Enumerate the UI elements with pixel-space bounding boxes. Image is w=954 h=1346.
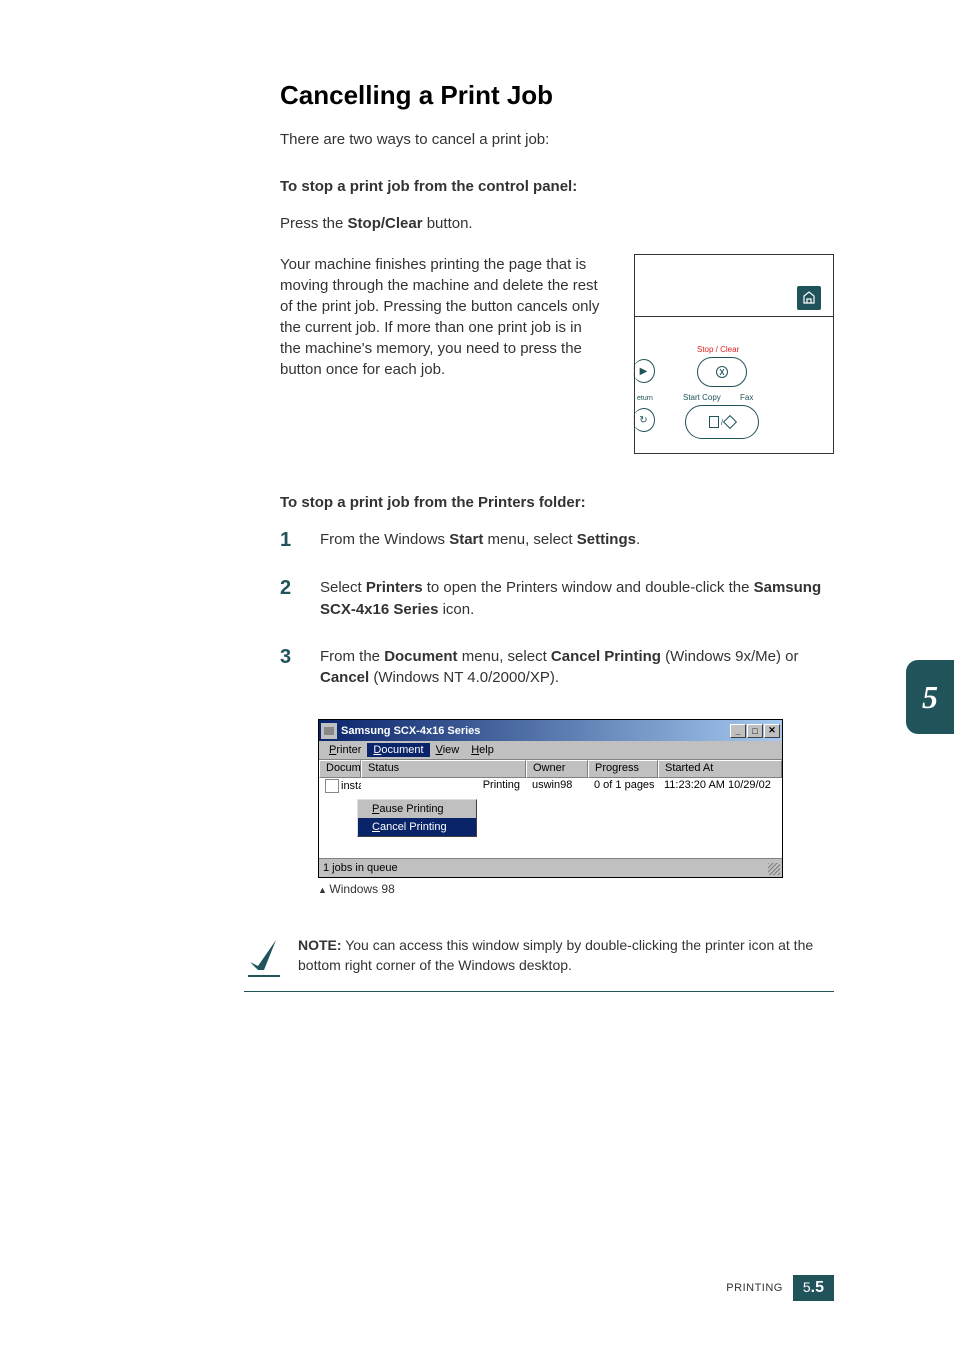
stop-clear-button <box>697 357 747 387</box>
menu-label: rinter <box>336 744 361 756</box>
step-text: From the Windows Start menu, select Sett… <box>320 529 834 552</box>
display-icon <box>797 286 821 310</box>
statusbar-text: 1 jobs in queue <box>323 862 398 874</box>
note-section: NOTE: You can access this window simply … <box>244 936 834 992</box>
step-number: 2 <box>280 577 300 621</box>
subheading-printers-folder: To stop a print job from the Printers fo… <box>280 494 834 511</box>
window-menubar: Printer Document View Help <box>319 741 782 760</box>
document-icon <box>325 779 339 793</box>
print-queue-window: Samsung SCX-4x16 Series _ □ ✕ Printer Do… <box>318 719 783 878</box>
note-body: You can access this window simply by dou… <box>298 937 813 973</box>
minimize-button[interactable]: _ <box>730 724 746 738</box>
press-instruction: Press the Stop/Clear button. <box>280 213 834 234</box>
printer-icon <box>321 723 337 739</box>
return-label: eturn <box>637 395 653 402</box>
step-3: 3 From the Document menu, select Cancel … <box>280 646 834 690</box>
press-post: button. <box>423 215 473 232</box>
document-menu-dropdown: Pause Printing Cancel Printing <box>357 799 477 837</box>
page-title: Cancelling a Print Job <box>280 80 834 111</box>
table-row[interactable]: insta Printing uswin98 0 of 1 pages 11:2… <box>319 778 782 794</box>
header-owner[interactable]: Owner <box>526 760 588 778</box>
screenshot-caption: Windows 98 <box>318 882 834 896</box>
step-1: 1 From the Windows Start menu, select Se… <box>280 529 834 552</box>
close-button[interactable]: ✕ <box>764 724 780 738</box>
cell-started: 11:23:20 AM 10/29/02 <box>658 779 782 793</box>
cell-progress: 0 of 1 pages <box>588 779 658 793</box>
menu-document[interactable]: Document <box>367 743 429 757</box>
return-button: ↻ <box>633 408 655 432</box>
start-copy-fax-button: / <box>685 405 759 439</box>
step-number: 3 <box>280 646 300 690</box>
menu-pause-printing[interactable]: Pause Printing <box>358 800 476 818</box>
header-started[interactable]: Started At <box>658 760 782 778</box>
maximize-button[interactable]: □ <box>747 724 763 738</box>
fax-label: Fax <box>740 393 753 402</box>
menu-view[interactable]: View <box>430 743 466 757</box>
intro-text: There are two ways to cancel a print job… <box>280 131 834 148</box>
chapter-tab: 5 <box>906 660 954 734</box>
header-document[interactable]: Docum <box>319 760 361 778</box>
note-checkmark-icon <box>244 936 280 972</box>
panel-description: Your machine finishes printing the page … <box>280 254 604 380</box>
menu-cancel-printing[interactable]: Cancel Printing <box>358 818 476 836</box>
printer-panel-illustration: ▶ eturn ↻ Stop / Clear Start Copy Fax / <box>634 254 834 454</box>
step-text: Select Printers to open the Printers win… <box>320 577 834 621</box>
subheading-control-panel: To stop a print job from the control pan… <box>280 178 834 195</box>
header-status[interactable]: Status <box>361 760 526 778</box>
footer-page-number: 5.5 <box>793 1275 834 1301</box>
menu-printer[interactable]: Printer <box>323 743 367 757</box>
resize-grip[interactable] <box>768 863 780 875</box>
window-title: Samsung SCX-4x16 Series <box>341 725 730 737</box>
cell-owner: uswin98 <box>526 779 588 793</box>
note-text: NOTE: You can access this window simply … <box>298 936 834 975</box>
press-button-name: Stop/Clear <box>348 215 423 232</box>
stop-clear-label: Stop / Clear <box>697 345 739 354</box>
window-titlebar: Samsung SCX-4x16 Series _ □ ✕ <box>319 720 782 741</box>
step-2: 2 Select Printers to open the Printers w… <box>280 577 834 621</box>
table-headers: Docum Status Owner Progress Started At <box>319 760 782 778</box>
footer-section-label: PRINTING <box>726 1282 783 1294</box>
cell-status: Printing <box>361 779 526 793</box>
header-progress[interactable]: Progress <box>588 760 658 778</box>
start-copy-label: Start Copy <box>683 393 721 402</box>
note-label: NOTE: <box>298 937 342 953</box>
printer-buttons-area: ▶ eturn ↻ Stop / Clear Start Copy Fax / <box>635 317 833 453</box>
cell-document: insta <box>341 780 361 792</box>
step-number: 1 <box>280 529 300 552</box>
menu-label: ocument <box>381 744 423 756</box>
menu-help[interactable]: Help <box>465 743 500 757</box>
printer-display-area <box>635 255 833 317</box>
menu-label: elp <box>479 744 494 756</box>
page-footer: PRINTING 5.5 <box>726 1275 834 1301</box>
menu-label: iew <box>443 744 460 756</box>
window-statusbar: 1 jobs in queue <box>319 858 782 877</box>
step-text: From the Document menu, select Cancel Pr… <box>320 646 834 690</box>
press-pre: Press the <box>280 215 348 232</box>
arrow-right-button: ▶ <box>633 359 655 383</box>
